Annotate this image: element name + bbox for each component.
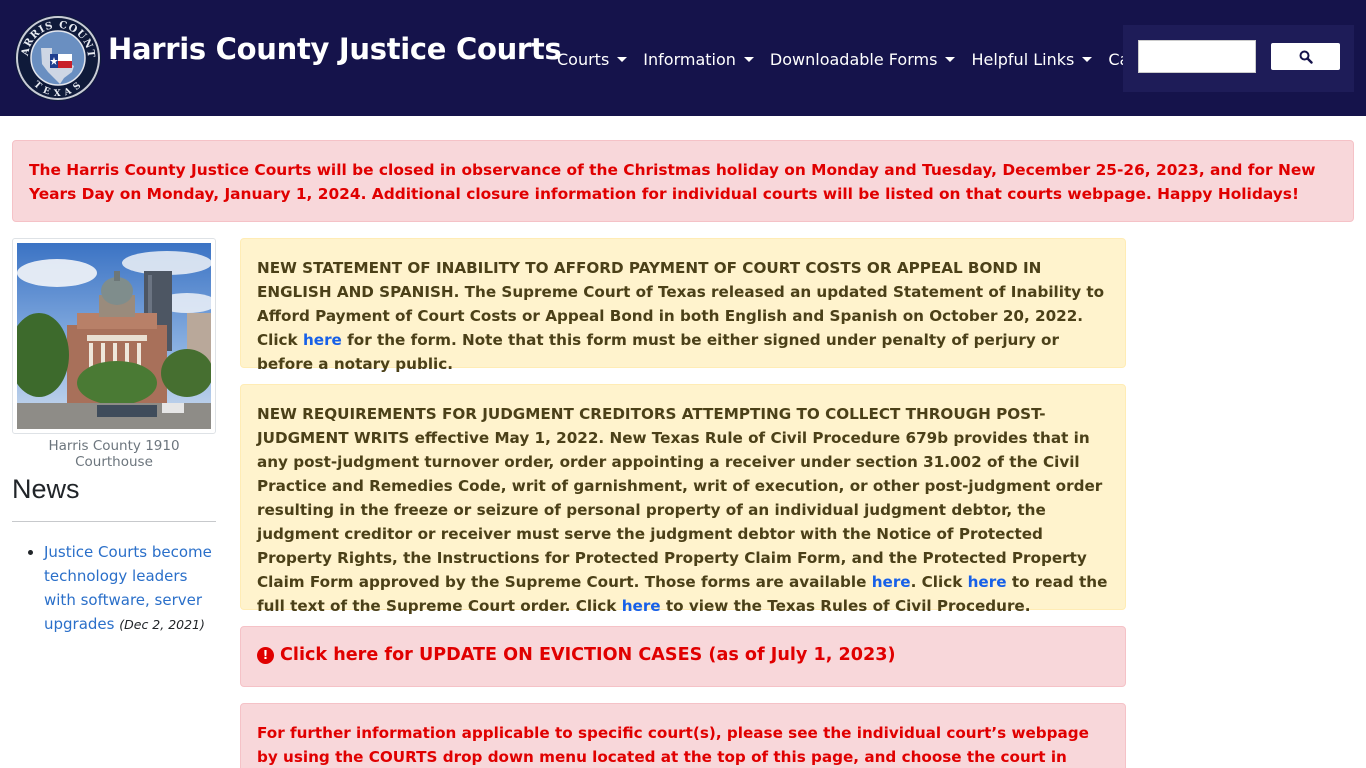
eviction-update-label: Click here for UPDATE ON EVICTION CASES … — [280, 645, 896, 665]
inability-notice: NEW STATEMENT OF INABILITY TO AFFORD PAY… — [240, 238, 1126, 373]
nav-downloadable-forms[interactable]: Downloadable Forms — [762, 50, 964, 69]
exclamation-circle-icon: ! — [257, 646, 274, 664]
photo-caption: Harris County 1910 Courthouse — [48, 438, 180, 470]
supreme-court-order-link[interactable]: here — [968, 573, 1007, 591]
news-list: Justice Courts become technology leaders… — [28, 540, 216, 637]
forms-available-link[interactable]: here — [872, 573, 911, 591]
chevron-down-icon — [743, 56, 754, 62]
chevron-down-icon — [1082, 56, 1093, 62]
further-info-text: For further information applicable to sp… — [257, 724, 1089, 766]
judgment-text-part2: . Click — [910, 573, 968, 591]
news-item-date: (Dec 2, 2021) — [119, 617, 205, 632]
search-button[interactable] — [1271, 43, 1340, 70]
harris-county-seal-icon[interactable]: HARRIS COUNTY TEXAS — [14, 14, 102, 102]
further-info-alert: For further information applicable to sp… — [240, 703, 1126, 768]
eviction-update-link[interactable]: ! Click here for UPDATE ON EVICTION CASE… — [257, 645, 896, 665]
courthouse-photo — [9, 243, 217, 429]
judgment-creditors-notice: NEW REQUIREMENTS FOR JUDGMENT CREDITORS … — [240, 384, 1126, 615]
site-brand[interactable]: Harris County Justice Courts — [108, 32, 562, 66]
judgment-text-part4: to view the Texas Rules of Civil Procedu… — [660, 597, 1031, 615]
inability-text-after: for the form. Note that this form must b… — [257, 331, 1059, 373]
courthouse-photo-frame — [9, 238, 217, 434]
search-input[interactable] — [1138, 40, 1256, 73]
nav-downloadable-forms-label: Downloadable Forms — [769, 49, 938, 69]
news-divider — [12, 521, 216, 522]
nav-helpful-links[interactable]: Helpful Links — [963, 50, 1100, 69]
nav-information-label: Information — [643, 49, 736, 69]
main-nav: Courts Information Downloadable Forms He… — [549, 47, 1178, 71]
top-navbar: HARRIS COUNTY TEXAS Harris County Justic… — [0, 0, 1366, 116]
list-item: Justice Courts become technology leaders… — [28, 540, 216, 637]
nav-courts[interactable]: Courts — [549, 50, 635, 69]
civil-procedure-rules-link[interactable]: here — [622, 597, 661, 615]
inability-notice-text: NEW STATEMENT OF INABILITY TO AFFORD PAY… — [257, 256, 1111, 376]
judgment-text-part1: NEW REQUIREMENTS FOR JUDGMENT CREDITORS … — [257, 405, 1103, 591]
judgment-notice-text: NEW REQUIREMENTS FOR JUDGMENT CREDITORS … — [257, 402, 1111, 618]
holiday-closure-text: The Harris County Justice Courts will be… — [29, 161, 1316, 203]
nav-information[interactable]: Information — [635, 50, 762, 69]
nav-courts-label: Courts — [557, 49, 610, 69]
chevron-down-icon — [945, 56, 956, 62]
inability-form-link[interactable]: here — [303, 331, 342, 349]
chevron-down-icon — [617, 56, 628, 62]
eviction-update-alert: ! Click here for UPDATE ON EVICTION CASE… — [240, 626, 1126, 687]
search-icon — [1299, 50, 1313, 64]
holiday-closure-alert: The Harris County Justice Courts will be… — [12, 140, 1354, 222]
search-container — [1123, 25, 1354, 92]
nav-helpful-links-label: Helpful Links — [971, 49, 1075, 69]
news-heading: News — [12, 474, 80, 504]
